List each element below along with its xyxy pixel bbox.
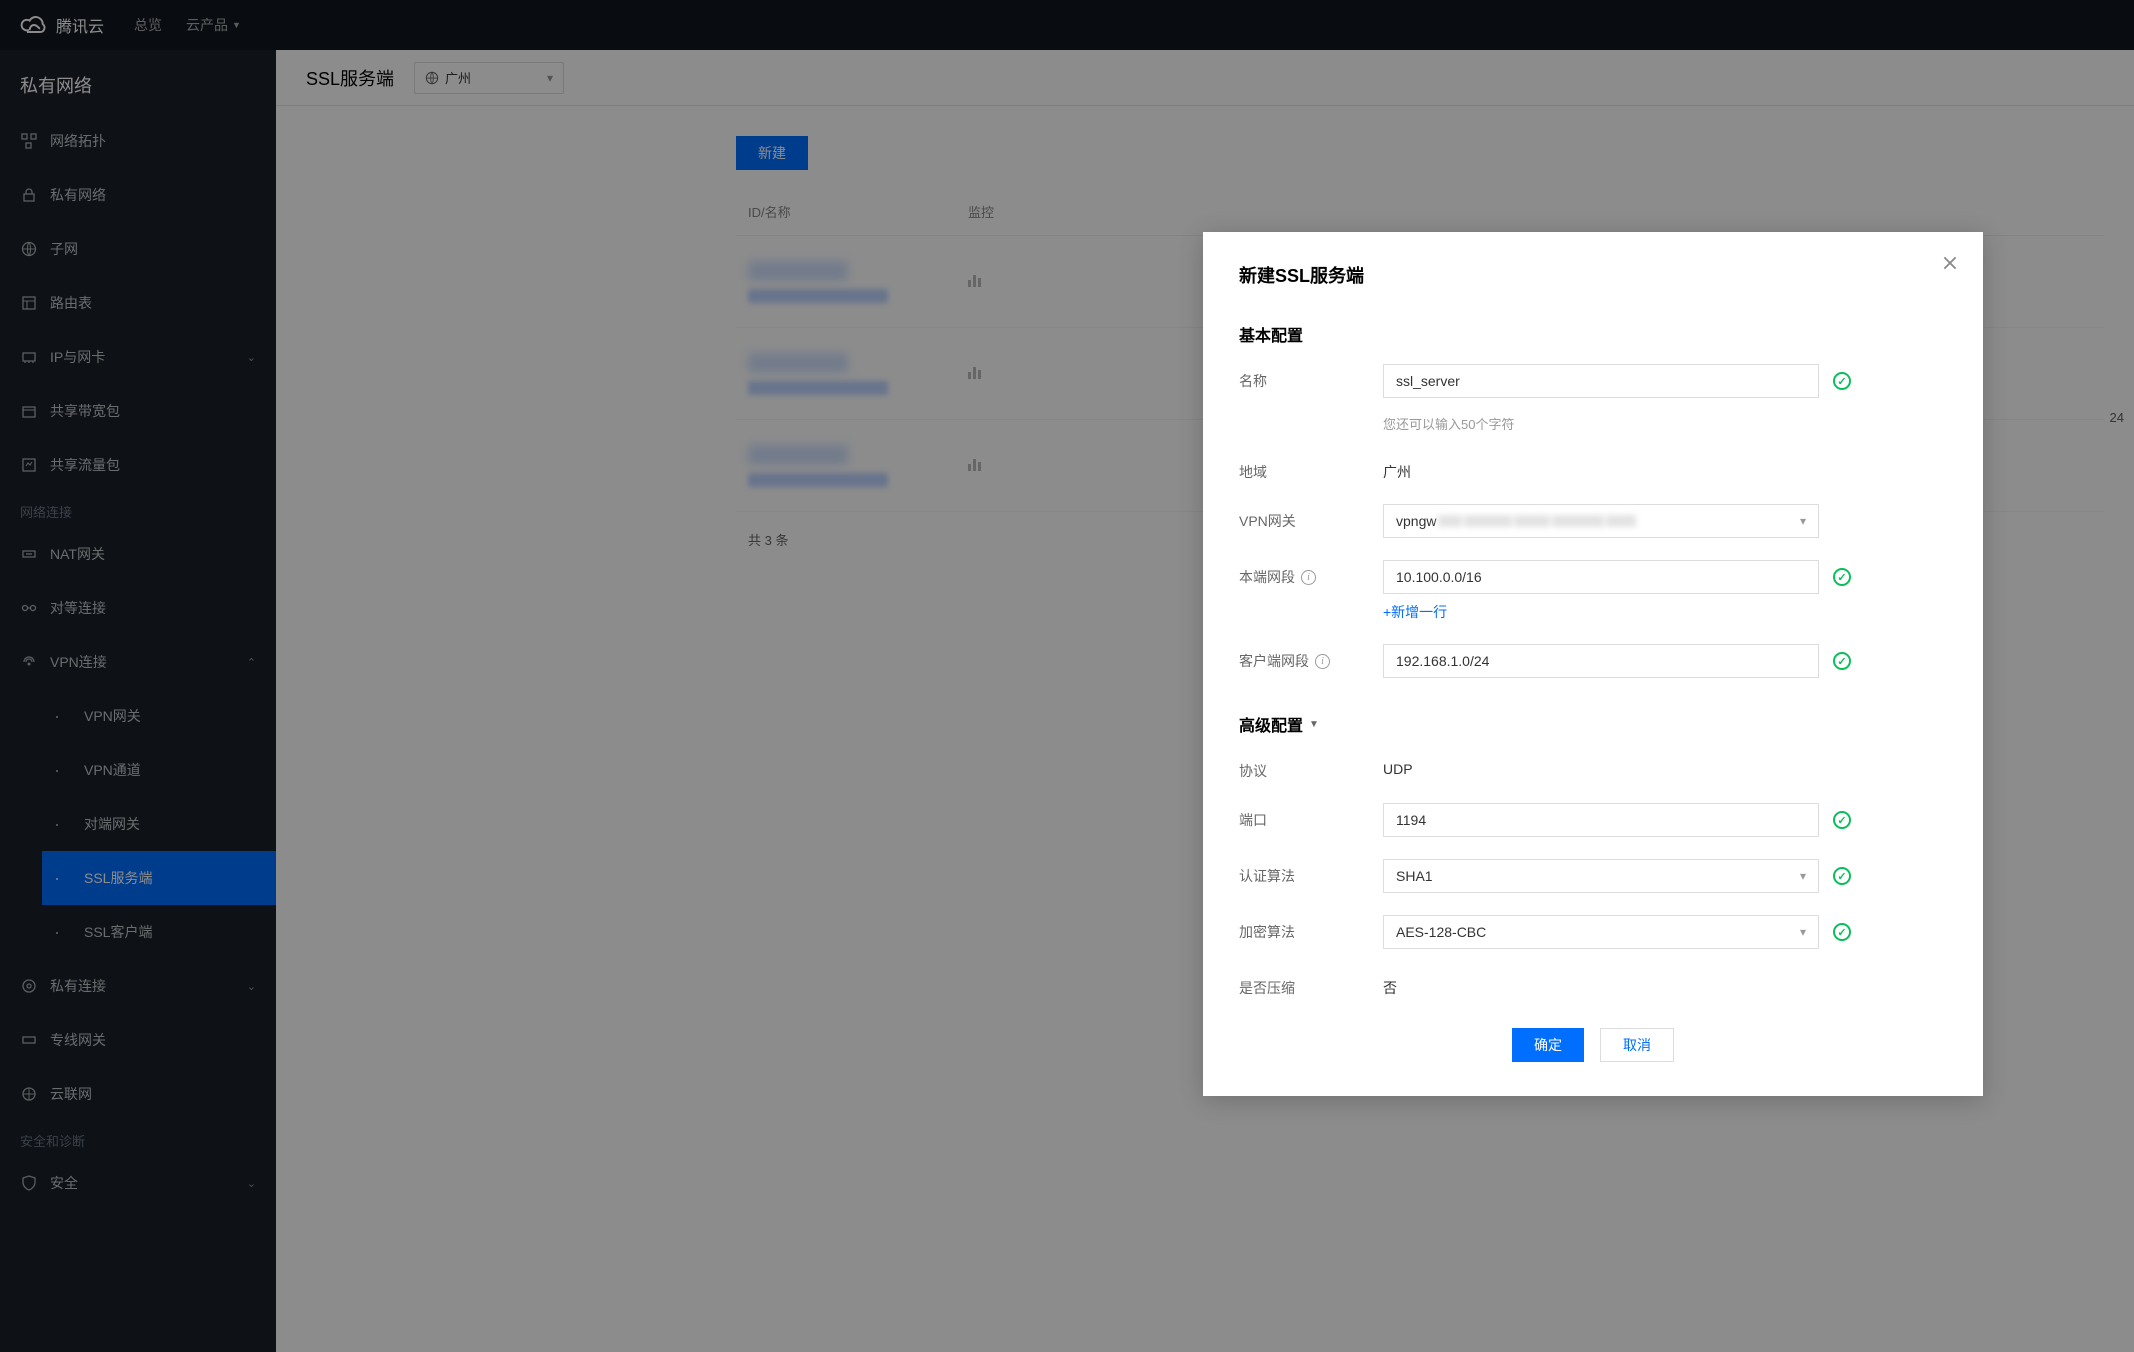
- section-advanced-title[interactable]: 高级配置▼: [1239, 712, 1947, 736]
- value-compress: 否: [1383, 971, 1397, 998]
- label-enc-alg: 加密算法: [1239, 915, 1383, 942]
- label-client-cidr: 客户端网段: [1239, 644, 1383, 671]
- client-cidr-input[interactable]: [1383, 644, 1819, 678]
- close-button[interactable]: [1941, 254, 1959, 272]
- name-hint: 您还可以输入50个字符: [1383, 414, 1514, 433]
- label-protocol: 协议: [1239, 754, 1383, 781]
- modal-footer: 确定 取消: [1239, 1028, 1947, 1062]
- label-region: 地域: [1239, 455, 1383, 482]
- close-icon: [1941, 254, 1959, 272]
- row-port: 端口: [1239, 803, 1947, 837]
- label-name: 名称: [1239, 364, 1383, 391]
- valid-check-icon: [1833, 568, 1851, 586]
- row-enc-alg: 加密算法 AES-128-CBC: [1239, 915, 1947, 949]
- label-vpn-gw: VPN网关: [1239, 504, 1383, 531]
- info-icon[interactable]: [1315, 654, 1330, 669]
- value-protocol: UDP: [1383, 754, 1413, 777]
- row-auth-alg: 认证算法 SHA1: [1239, 859, 1947, 893]
- modal-title: 新建SSL服务端: [1239, 262, 1947, 288]
- row-region: 地域 广州: [1239, 455, 1947, 482]
- auth-alg-select[interactable]: SHA1: [1383, 859, 1819, 893]
- label-compress: 是否压缩: [1239, 971, 1383, 998]
- row-local-cidr: 本端网段 +新增一行: [1239, 560, 1947, 622]
- label-auth-alg: 认证算法: [1239, 859, 1383, 886]
- info-icon[interactable]: [1301, 570, 1316, 585]
- chevron-down-icon: ▼: [1309, 719, 1319, 730]
- vpn-gw-select[interactable]: vpngw: [1383, 504, 1819, 538]
- valid-check-icon: [1833, 372, 1851, 390]
- valid-check-icon: [1833, 811, 1851, 829]
- label-local-cidr: 本端网段: [1239, 560, 1383, 587]
- row-compress: 是否压缩 否: [1239, 971, 1947, 998]
- enc-alg-select[interactable]: AES-128-CBC: [1383, 915, 1819, 949]
- row-vpn-gw: VPN网关 vpngw: [1239, 504, 1947, 538]
- peek-cidr-suffix: 24: [2110, 410, 2124, 425]
- port-input[interactable]: [1383, 803, 1819, 837]
- row-client-cidr: 客户端网段: [1239, 644, 1947, 678]
- add-line-link[interactable]: +新增一行: [1383, 602, 1447, 622]
- local-cidr-input[interactable]: [1383, 560, 1819, 594]
- valid-check-icon: [1833, 923, 1851, 941]
- valid-check-icon: [1833, 867, 1851, 885]
- name-input[interactable]: [1383, 364, 1819, 398]
- cancel-button[interactable]: 取消: [1600, 1028, 1674, 1062]
- modal-new-ssl-server: 新建SSL服务端 基本配置 名称 您还可以输入50个字符 地域 广州 VPN网关…: [1203, 232, 1983, 1096]
- section-basic-title: 基本配置: [1239, 322, 1947, 346]
- valid-check-icon: [1833, 652, 1851, 670]
- row-name: 名称 您还可以输入50个字符: [1239, 364, 1947, 433]
- label-port: 端口: [1239, 803, 1383, 830]
- row-protocol: 协议 UDP: [1239, 754, 1947, 781]
- redacted-text: [1438, 515, 1636, 527]
- value-region: 广州: [1383, 455, 1411, 482]
- confirm-button[interactable]: 确定: [1512, 1028, 1584, 1062]
